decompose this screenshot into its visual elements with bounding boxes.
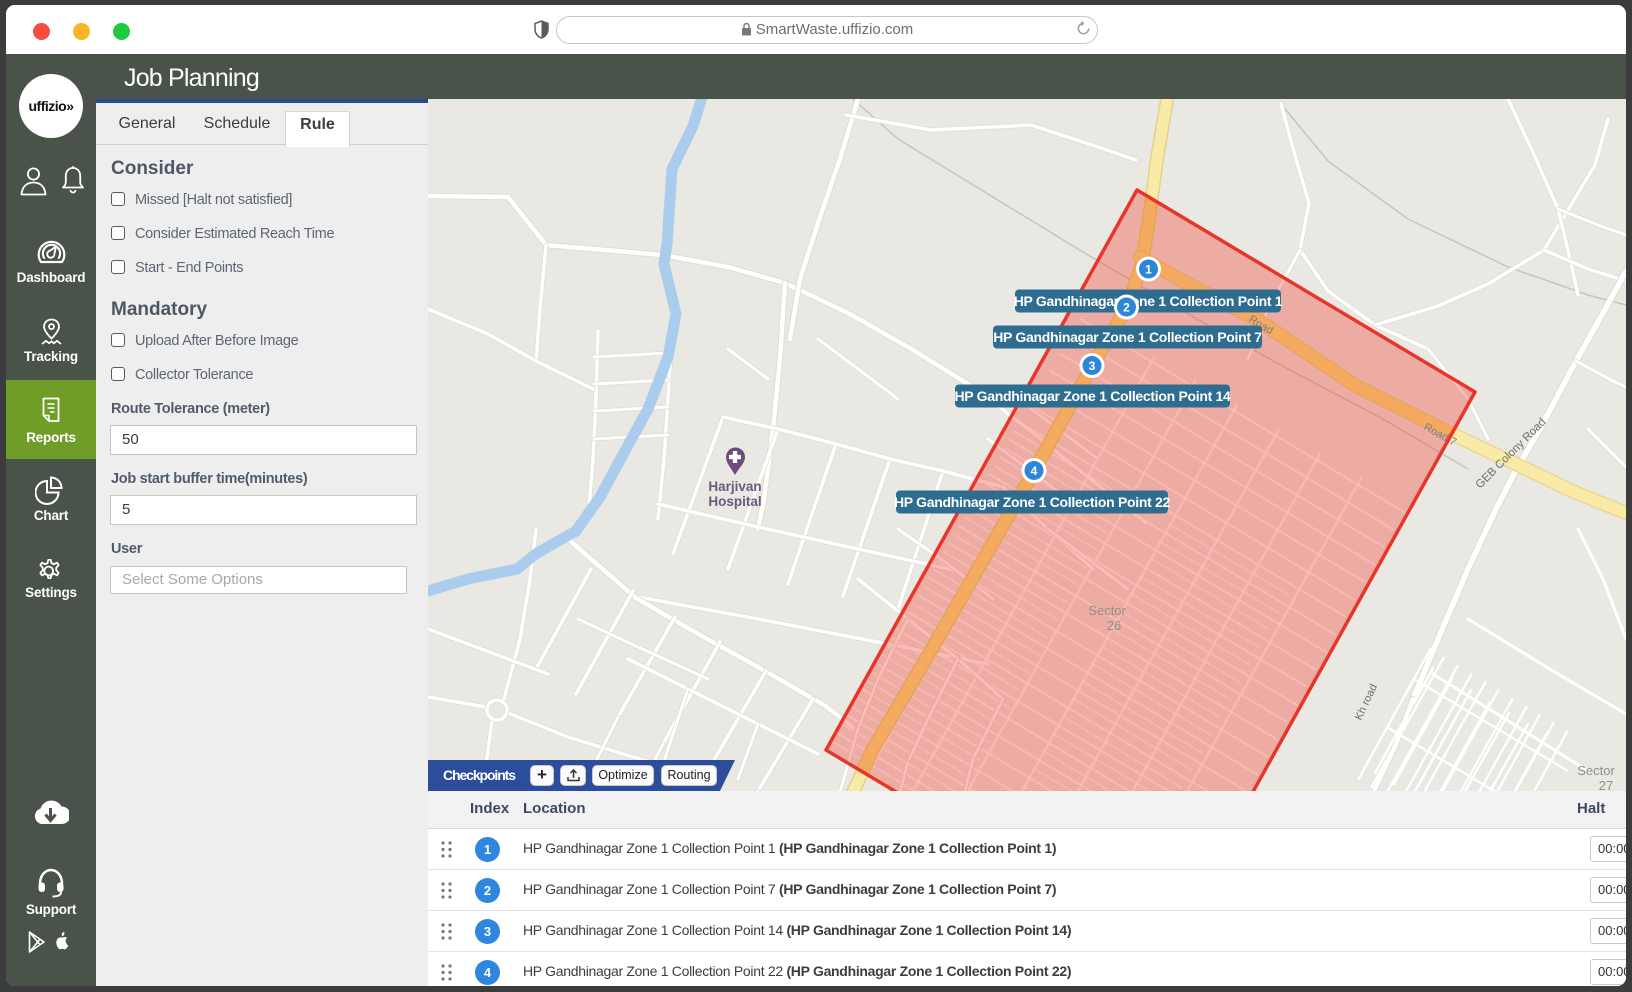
svg-text:Harjivan: Harjivan: [708, 479, 761, 494]
svg-text:HP Gandhinagar Zone 1 Collecti: HP Gandhinagar Zone 1 Collection Point 7: [993, 329, 1262, 345]
svg-text:HP Gandhinagar Zone 1 Collecti: HP Gandhinagar Zone 1 Collection Point 1…: [954, 388, 1231, 404]
svg-text:HP Gandhinagar Zone 1 Collecti: HP Gandhinagar Zone 1 Collection Point 1: [1014, 293, 1283, 309]
svg-text:1: 1: [1145, 263, 1152, 277]
svg-text:26: 26: [1107, 618, 1121, 633]
svg-text:4: 4: [1031, 464, 1038, 478]
svg-text:HP Gandhinagar Zone 1 Collecti: HP Gandhinagar Zone 1 Collection Point 2…: [894, 494, 1171, 510]
svg-text:Hospital: Hospital: [708, 494, 761, 509]
svg-text:3: 3: [1089, 359, 1096, 373]
svg-text:Sector: Sector: [1088, 603, 1126, 618]
svg-text:2: 2: [1123, 301, 1130, 315]
